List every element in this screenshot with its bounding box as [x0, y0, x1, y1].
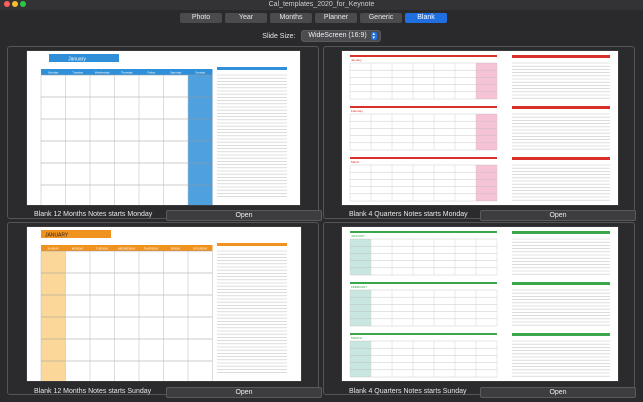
- notes-header: [217, 67, 287, 70]
- weekday-label: TUESDAY: [96, 247, 109, 251]
- template-panel-3[interactable]: JANUARY SUNDAY MONDAY TUESDAY WEDNESDAY THURS…: [7, 222, 319, 395]
- weekday-label: MONDAY: [72, 247, 84, 251]
- open-button-1[interactable]: Open: [166, 210, 322, 221]
- quarter-month-bar: [350, 55, 497, 57]
- notes-header: [512, 157, 610, 160]
- quarter-highlight: [350, 341, 371, 377]
- template-caption-4: Blank 4 Quarters Notes starts Sunday: [349, 388, 467, 395]
- weekday-label: Friday: [147, 71, 155, 75]
- template-caption-2: Blank 4 Quarters Notes starts Monday: [349, 211, 468, 218]
- template-panel-4[interactable]: JANUARY FEBRUARY MARCH: [323, 222, 635, 395]
- weekday-label: Thursday: [121, 71, 133, 75]
- tab-blank[interactable]: Blank: [405, 13, 447, 23]
- slide-size-label: Slide Size:: [262, 32, 296, 40]
- quarter-month-name: JANUARY: [351, 234, 365, 238]
- title-bar: Cal_templates_2020_for_Keynote: [0, 0, 643, 10]
- window-title: Cal_templates_2020_for_Keynote: [268, 1, 375, 8]
- quarter-month-name: MARCH: [351, 336, 362, 340]
- tab-planner[interactable]: Planner: [315, 13, 357, 23]
- template-thumbnail-3[interactable]: JANUARY SUNDAY MONDAY TUESDAY WEDNESDAY THURS…: [27, 227, 301, 381]
- slide-size-value: WideScreen (16:9): [308, 32, 367, 39]
- template-thumbnail-2[interactable]: January February March: [342, 51, 618, 205]
- notes-header: [512, 333, 610, 336]
- highlight-column: [41, 251, 66, 381]
- slide-size-select[interactable]: WideScreen (16:9) ▴ ▾: [301, 30, 381, 42]
- template-thumbnail-1[interactable]: January Monday Tuesday Wednesday Thursday Fri…: [27, 51, 300, 205]
- quarter-month-name: FEBRUARY: [351, 285, 367, 289]
- quarter-preview-sunday: JANUARY FEBRUARY MARCH: [349, 231, 610, 378]
- quarter-preview-monday: January February March: [349, 55, 610, 202]
- weekday-label: Monday: [48, 71, 59, 75]
- tab-photo[interactable]: Photo: [180, 13, 222, 23]
- quarter-month-bar: [350, 231, 497, 233]
- template-thumbnail-4[interactable]: JANUARY FEBRUARY MARCH: [342, 227, 618, 381]
- weekday-label: SUNDAY: [48, 247, 60, 251]
- quarter-month-name: March: [351, 160, 360, 164]
- weekday-label: Saturday: [170, 71, 182, 75]
- quarter-month-bar: [350, 333, 497, 335]
- weekday-label: WEDNESDAY: [118, 247, 136, 251]
- notes-header: [217, 243, 287, 246]
- category-tabs: Photo Year Months Planner Generic Blank: [180, 13, 447, 23]
- highlight-column: [188, 75, 213, 205]
- calendar-preview-sunday: JANUARY SUNDAY MONDAY TUESDAY WEDNESDAY THURS…: [40, 230, 287, 381]
- quarter-highlight: [476, 114, 497, 150]
- month-title: JANUARY: [45, 233, 69, 239]
- month-title: January: [68, 57, 86, 63]
- quarter-highlight: [476, 165, 497, 201]
- template-panel-1[interactable]: January Monday Tuesday Wednesday Thursday Fri…: [7, 46, 319, 219]
- tab-generic[interactable]: Generic: [360, 13, 402, 23]
- weekday-label: Tuesday: [72, 71, 83, 75]
- template-panel-2[interactable]: January February March: [323, 46, 635, 219]
- notes-header: [512, 231, 610, 234]
- weekday-label: Sunday: [196, 71, 206, 75]
- quarter-highlight: [350, 290, 371, 326]
- quarter-highlight: [476, 63, 497, 99]
- calendar-preview-monday: January Monday Tuesday Wednesday Thursday Fri…: [40, 54, 287, 205]
- open-button-3[interactable]: Open: [166, 387, 322, 398]
- weekday-label: FRIDAY: [171, 247, 181, 251]
- notes-header: [512, 106, 610, 109]
- quarter-month-bar: [350, 106, 497, 108]
- template-caption-3: Blank 12 Months Notes starts Sunday: [34, 388, 152, 395]
- notes-header: [512, 55, 610, 58]
- notes-header: [512, 282, 610, 285]
- slide-size-row: Slide Size: WideScreen (16:9) ▴ ▾: [0, 30, 643, 42]
- tab-months[interactable]: Months: [270, 13, 312, 23]
- tab-year[interactable]: Year: [225, 13, 267, 23]
- weekday-label: Wednesday: [95, 71, 110, 75]
- quarter-highlight: [350, 239, 371, 275]
- select-arrows-icon: ▴ ▾: [370, 31, 377, 41]
- open-button-2[interactable]: Open: [480, 210, 636, 221]
- quarter-month-name: January: [351, 58, 362, 62]
- quarter-month-name: February: [351, 109, 364, 113]
- quarter-month-bar: [350, 282, 497, 284]
- template-caption-1: Blank 12 Months Notes starts Monday: [34, 211, 153, 218]
- quarter-month-bar: [350, 157, 497, 159]
- weekday-label: SATURDAY: [193, 247, 208, 251]
- open-button-4[interactable]: Open: [480, 387, 636, 398]
- weekday-label: THURSDAY: [144, 247, 159, 251]
